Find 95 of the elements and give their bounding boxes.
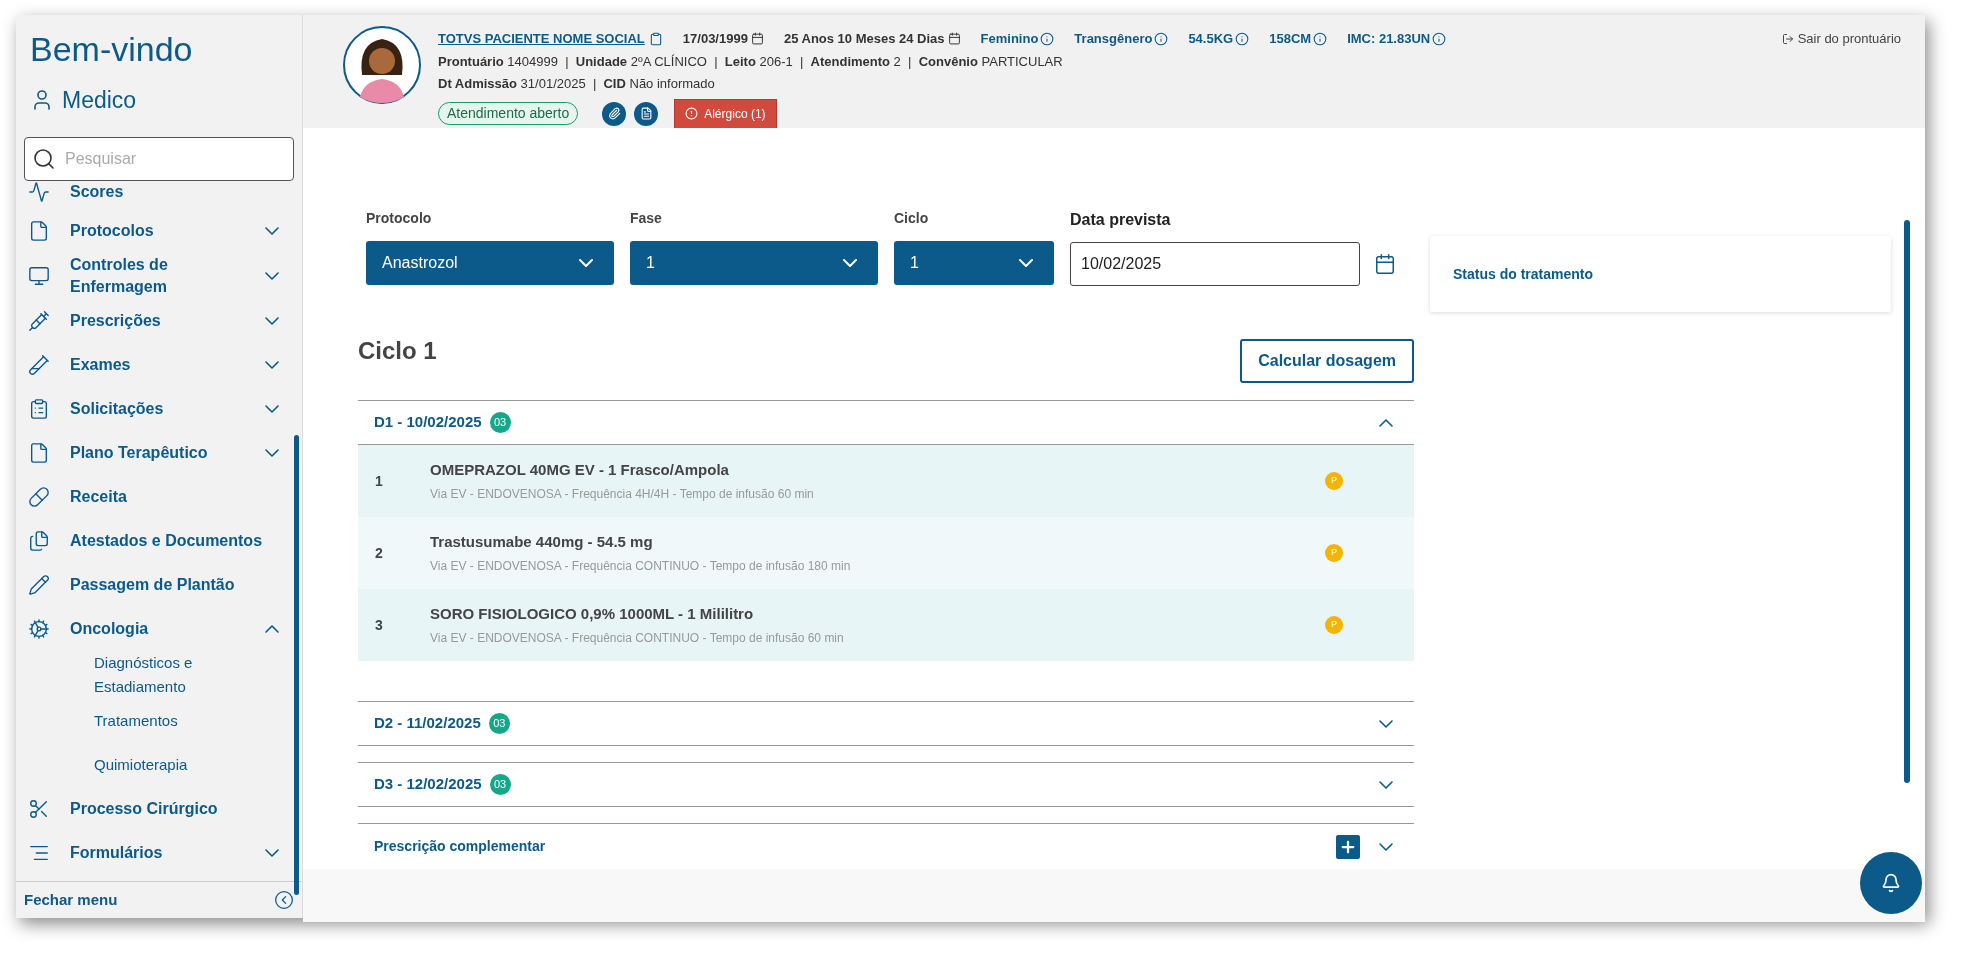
count-badge: 03 [489,774,511,795]
count-badge: 03 [489,412,511,433]
exit-link[interactable]: Sair do prontuário [1797,29,1901,49]
close-menu-link[interactable]: Fechar menu [24,888,118,912]
calendar-icon[interactable] [1374,253,1396,275]
alert-icon [685,107,699,120]
sidebar-scrollbar[interactable] [294,435,299,895]
status-title: Status do tratamento [1453,264,1593,284]
scissors-icon [28,797,50,820]
bell-icon [1881,873,1901,893]
cycle-title: Ciclo 1 [358,336,437,366]
pulse-icon [28,180,50,203]
menu-item[interactable]: Plano Terapêutico [16,430,302,475]
medication-details: Via EV - ENDOVENOSA - Frequência CONTINUO - Tempo de infusão 60 min [430,629,844,647]
select-field[interactable]: 1 [894,241,1054,285]
exit-icon [1781,32,1794,45]
menu-item[interactable]: Receita [16,474,302,519]
menu-item[interactable]: Controles de Enfermagem [16,252,302,299]
field-label: Fase [630,209,663,228]
document-button[interactable] [634,101,659,126]
menu-item[interactable]: Exames [16,342,302,387]
day-header[interactable]: D3 - 12/02/2025 03 [358,763,1414,807]
submenu-item[interactable]: Quimioterapia [94,752,244,777]
menu-item[interactable]: Formulários [16,830,302,875]
row-number: 3 [375,615,384,635]
attachment-button[interactable] [602,101,627,126]
menu-item[interactable]: Solicitações [16,386,302,431]
document-icon [639,107,653,120]
menu-item[interactable]: Atestados e Documentos [16,518,302,563]
medication-details: Via EV - ENDOVENOSA - Frequência CONTINUO - Tempo de infusão 180 min [430,557,851,575]
row-number: 2 [375,543,384,563]
medication-name: Trastusumabe 440mg - 54.5 mg [430,532,654,553]
admission-details: Dt Admissão 31/01/2025 | CID Não informado [438,75,716,93]
count-badge: 03 [488,713,510,734]
status-badge: P [1325,472,1343,490]
menu-item[interactable]: Protocolos [16,208,302,253]
select-field[interactable]: Anastrozol [366,241,614,285]
allergy-button[interactable]: Alérgico (1) [674,98,777,129]
patient-info: 54.5KG [1188,30,1234,48]
welcome-title: Bem-vindo [30,29,194,70]
submenu-item[interactable]: Tratamentos [94,708,244,733]
day-header[interactable]: D2 - 11/02/2025 03 [358,702,1414,746]
menu-item[interactable]: Prescrições [16,298,302,343]
menu-item[interactable]: Scores [16,180,302,209]
patient-name-link[interactable]: TOTVS PACIENTE NOME SOCIAL [438,29,645,49]
info-icon[interactable] [1313,31,1328,46]
menu-item[interactable]: Passagem de Plantão [16,562,302,607]
patient-info: 158CM [1269,30,1312,48]
patient-info: IMC: 21.83UN [1347,30,1431,48]
test-tube-icon [28,353,50,376]
patient-age: 25 Anos 10 Meses 24 Dias [783,30,945,48]
birth-date: 17/03/1999 [682,30,748,48]
info-icon[interactable] [1040,31,1055,46]
monitor-icon [28,264,50,287]
status-badge: P [1325,616,1343,634]
status-badge: Atendimento aberto [438,102,579,125]
clipboard-icon [28,397,50,420]
date-field[interactable]: 10/02/2025 [1070,242,1360,286]
paperclip-icon [607,107,621,120]
field-label: Protocolo [366,209,433,228]
search-field[interactable]: Pesquisar [24,136,294,181]
patient-info: Transgênero [1074,30,1153,48]
user-name: Medico [62,86,137,115]
info-icon[interactable] [1235,31,1250,46]
patient-info: Feminino [980,30,1039,48]
search-icon [32,146,56,171]
info-icon[interactable] [1432,31,1447,46]
file-icon [28,441,50,464]
row-number: 1 [375,471,384,491]
patient-details: Prontuário 1404999 | Unidade 2ºA CLÍNICO | Leito 206-1 | Atendimento 2 | Convênio PARTICULAR [438,52,1064,71]
submenu-item[interactable]: Diagnósticos e Estadiamento [94,650,244,699]
pencil-icon [28,573,50,596]
complementary-title: Prescrição complementar [374,837,546,856]
field-label: Data prevista [1070,210,1172,230]
syringe-icon [28,309,50,332]
menu-item[interactable]: Processo Cirúrgico [16,786,302,831]
medication-name: SORO FISIOLOGICO 0,9% 1000ML - 1 Mililitro [430,604,755,625]
clipboard-icon[interactable] [648,31,663,46]
scrollbar[interactable] [1904,220,1910,783]
menu-item[interactable]: Oncologia [16,606,302,651]
add-button[interactable] [1336,834,1360,859]
info-icon[interactable] [1154,31,1169,46]
pill-icon [28,485,50,508]
medication-details: Via EV - ENDOVENOSA - Frequência 4H/4H - Tempo de infusão 60 min [430,485,814,503]
status-badge: P [1325,544,1343,562]
medication-name: OMEPRAZOL 40MG EV - 1 Frasco/Ampola [430,460,730,481]
select-field[interactable]: 1 [630,241,878,285]
file-icon [28,219,50,242]
calendar-icon [750,32,764,46]
collapse-icon[interactable] [274,890,294,910]
cog-icon [28,617,50,640]
calendar-icon [947,32,961,46]
documents-icon [28,529,50,552]
field-label: Ciclo [894,209,930,228]
calculate-button[interactable]: Calcular dosagem [1240,339,1414,383]
